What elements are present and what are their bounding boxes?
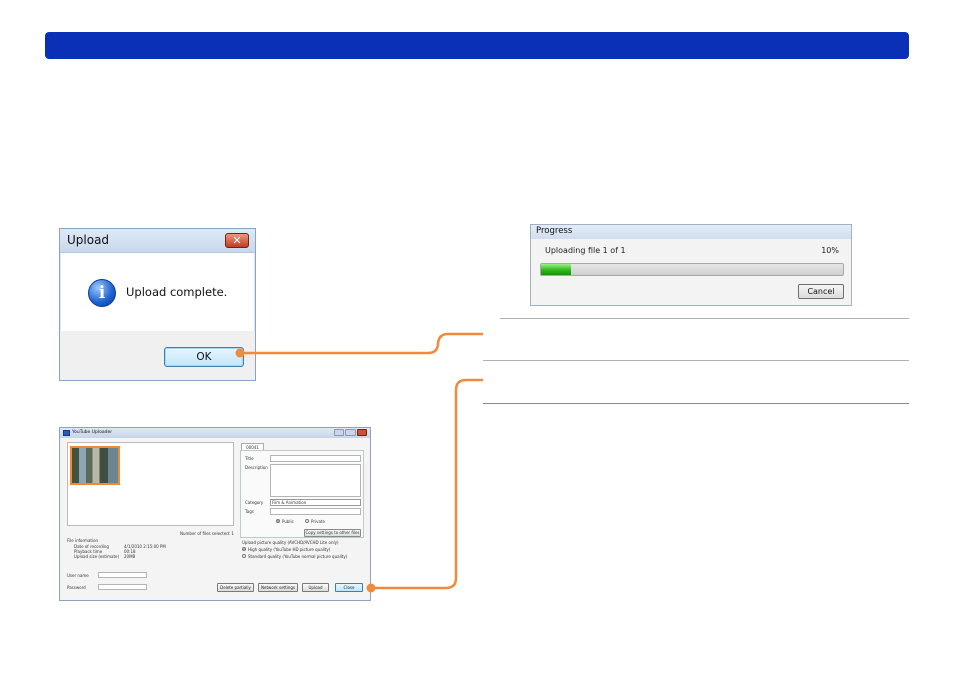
- close-icon[interactable]: ✕: [225, 233, 249, 248]
- close-callout-line: [371, 378, 483, 590]
- files-selected-count: Number of files selected: 1: [180, 531, 234, 536]
- public-label: Public: [282, 519, 294, 524]
- progress-title-bar: Progress: [531, 225, 851, 239]
- cancel-button[interactable]: Cancel: [798, 284, 844, 299]
- delete-partially-button[interactable]: Delete partially: [217, 583, 254, 592]
- public-radio[interactable]: [276, 519, 280, 523]
- yt-title-bar: YouTube Uploader: [60, 428, 370, 438]
- standard-quality-radio[interactable]: [242, 554, 246, 558]
- category-label: Category: [245, 500, 264, 505]
- upload-dialog-footer: OK: [60, 331, 255, 380]
- user-name-label: User name: [67, 573, 89, 578]
- header-bar: [45, 32, 909, 59]
- high-quality-label: High quality (YouTube HD picture quality…: [248, 547, 331, 552]
- window-controls: [334, 429, 367, 436]
- title-label: Title: [245, 456, 254, 461]
- file-info-value: 20MB: [124, 554, 136, 559]
- divider: [483, 403, 909, 404]
- upload-dialog: Upload ✕ i Upload complete. OK: [59, 228, 256, 381]
- progress-percent: 10%: [821, 246, 839, 255]
- minimize-icon[interactable]: [334, 429, 345, 436]
- progress-status: Uploading file 1 of 1: [545, 246, 626, 255]
- divider: [500, 318, 909, 319]
- info-icon: i: [88, 279, 116, 307]
- divider: [483, 360, 909, 361]
- ok-callout-line: [240, 332, 483, 355]
- user-name-input[interactable]: [98, 572, 147, 578]
- upload-title-bar: Upload ✕: [60, 229, 255, 253]
- tags-input[interactable]: [270, 508, 361, 515]
- file-preview-area[interactable]: [67, 442, 234, 526]
- private-label: Private: [311, 519, 325, 524]
- password-label: Password: [67, 585, 86, 590]
- private-radio[interactable]: [305, 519, 309, 523]
- yt-window-title: YouTube Uploader: [72, 430, 113, 435]
- standard-quality-label: Standard quality (YouTube normal picture…: [248, 554, 348, 559]
- youtube-uploader-window: YouTube Uploader Number of files selecte…: [59, 427, 371, 601]
- network-settings-button[interactable]: Network settings: [258, 583, 298, 592]
- close-button[interactable]: Close: [335, 583, 363, 592]
- progress-bar: [540, 263, 844, 276]
- file-info-heading: File information: [67, 538, 99, 543]
- upload-button[interactable]: Upload: [302, 583, 329, 592]
- file-info-label: Upload size (estimate): [74, 554, 120, 559]
- upload-settings-panel: Title Description Category Film & Animat…: [240, 450, 364, 538]
- title-input[interactable]: [270, 455, 361, 462]
- description-input[interactable]: [270, 464, 361, 497]
- password-input[interactable]: [98, 584, 147, 590]
- upload-dialog-title: Upload: [67, 233, 110, 247]
- description-label: Description: [245, 465, 268, 470]
- upload-message: Upload complete.: [126, 285, 228, 299]
- copy-settings-button[interactable]: Copy settings to other files: [304, 529, 361, 537]
- category-select[interactable]: Film & Animation: [270, 499, 361, 506]
- tags-label: Tags: [245, 509, 254, 514]
- quality-heading: Upload picture quality (AVCHD/AVCHD Lite…: [242, 540, 339, 545]
- video-thumbnail[interactable]: [70, 446, 120, 485]
- high-quality-radio[interactable]: [242, 547, 246, 551]
- close-icon[interactable]: [356, 429, 367, 436]
- maximize-icon[interactable]: [345, 429, 356, 436]
- ok-button[interactable]: OK: [164, 347, 244, 367]
- app-icon: [63, 430, 70, 436]
- progress-window: Progress Uploading file 1 of 1 10% Cance…: [530, 224, 852, 306]
- progress-bar-fill: [541, 264, 572, 275]
- progress-window-title: Progress: [536, 226, 573, 236]
